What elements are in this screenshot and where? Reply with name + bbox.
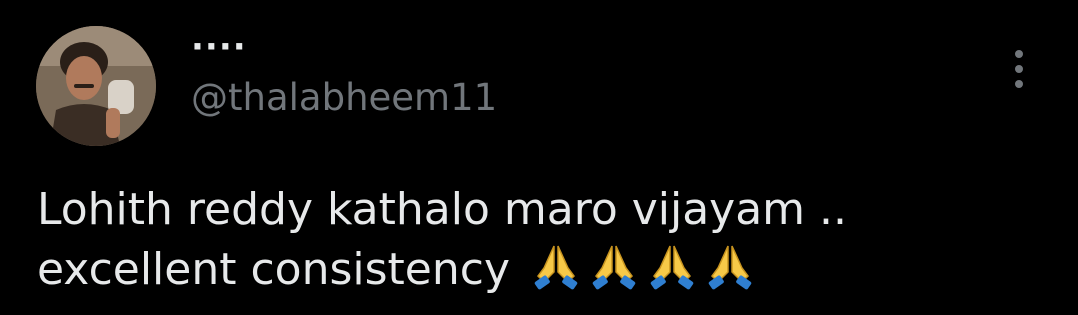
avatar[interactable]: [36, 26, 156, 146]
tweet-text-line-2: excellent consistency: [37, 240, 1037, 306]
more-dot-icon: [1015, 65, 1023, 73]
more-options-button[interactable]: [1002, 46, 1036, 92]
folded-hands-icon: [704, 242, 756, 306]
emoji-row: [524, 244, 756, 295]
user-handle[interactable]: @thalabheem11: [191, 76, 497, 120]
tweet-text-line-1: Lohith reddy kathalo maro vijayam ..: [37, 184, 848, 235]
avatar-image: [36, 26, 156, 146]
more-dot-icon: [1015, 80, 1023, 88]
more-dot-icon: [1015, 50, 1023, 58]
folded-hands-icon: [530, 242, 582, 306]
tweet-text: Lohith reddy kathalo maro vijayam .. exc…: [37, 180, 1037, 306]
tweet-card[interactable]: ···· @thalabheem11 Lohith reddy kathalo …: [0, 0, 1078, 315]
display-name[interactable]: ····: [191, 30, 247, 64]
folded-hands-icon: [646, 242, 698, 306]
folded-hands-icon: [588, 242, 640, 306]
tweet-text-line-2-text: excellent consistency: [37, 244, 510, 295]
